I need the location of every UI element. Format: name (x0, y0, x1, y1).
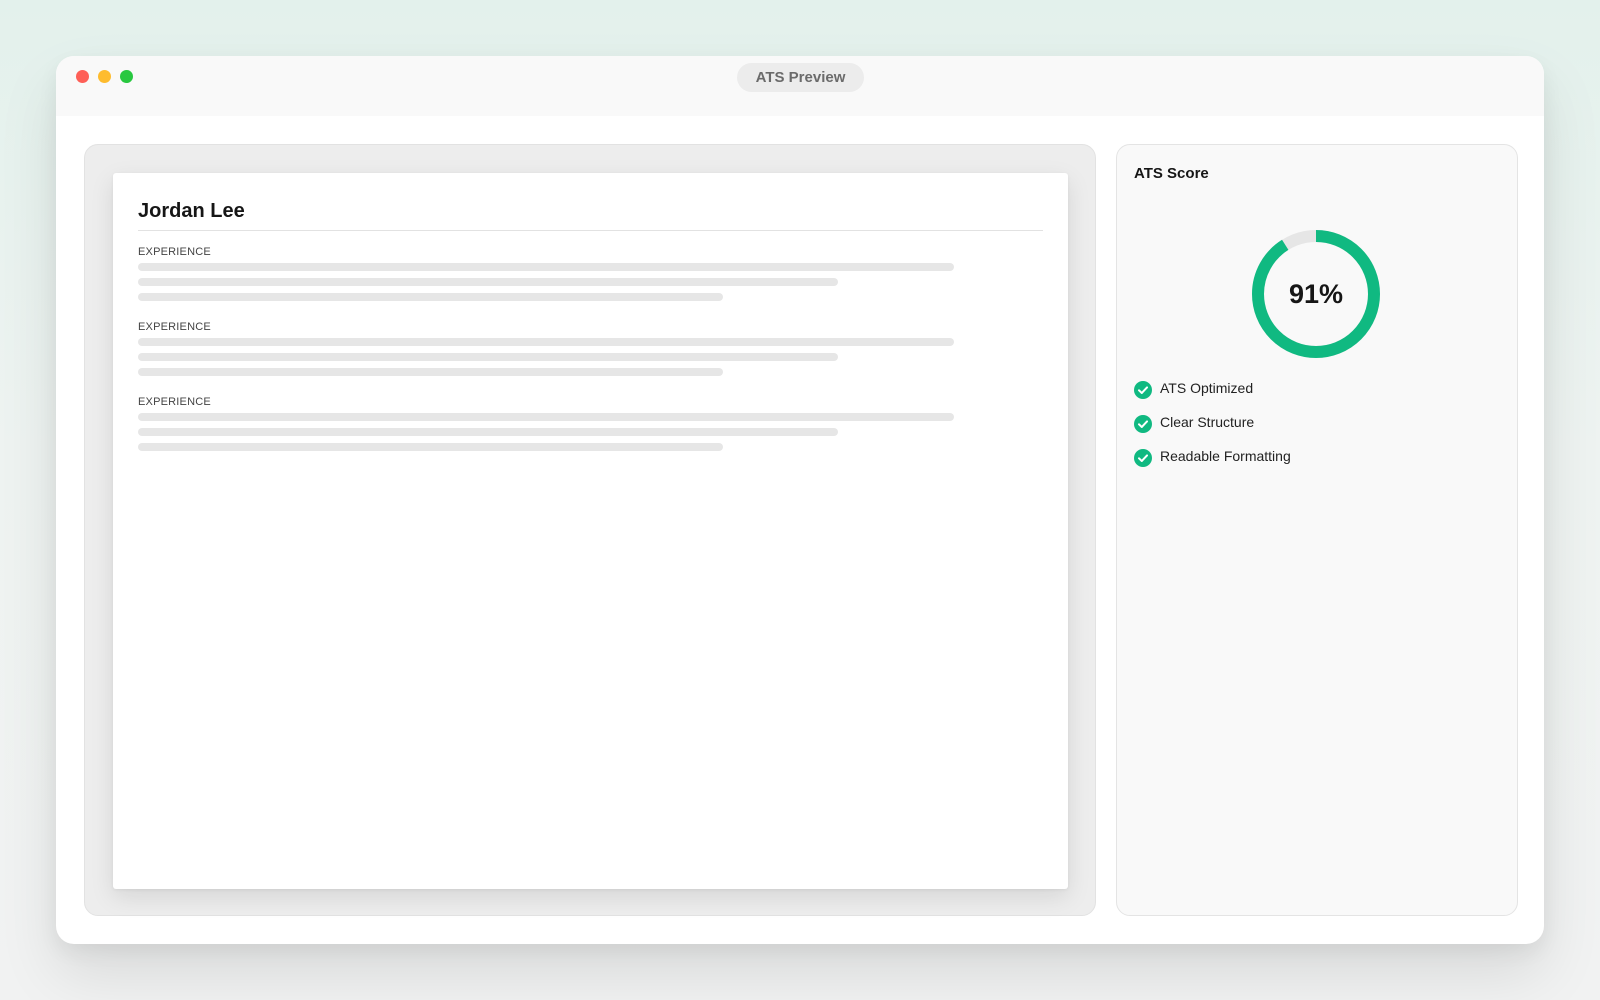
resume-section: EXPERIENCE (138, 320, 998, 376)
text-line-placeholder (138, 413, 954, 421)
check-circle-icon (1134, 415, 1152, 433)
text-line-placeholder (138, 263, 954, 271)
score-panel-title: ATS Score (1134, 165, 1209, 182)
check-label: ATS Optimized (1160, 380, 1254, 396)
text-line-placeholder (138, 368, 723, 376)
text-line-placeholder (138, 443, 723, 451)
check-item: Clear Structure (1134, 413, 1434, 433)
check-label: Readable Formatting (1160, 448, 1291, 464)
section-heading: EXPERIENCE (138, 396, 211, 408)
title-bar: ATS Preview (56, 56, 1544, 116)
resume-page: Jordan Lee EXPERIENCE EXPERIENCE EXPERIE… (113, 173, 1068, 889)
name-divider (138, 230, 1043, 231)
check-circle-icon (1134, 449, 1152, 467)
text-line-placeholder (138, 278, 838, 286)
section-heading: EXPERIENCE (138, 321, 211, 333)
minimize-button[interactable] (98, 70, 111, 83)
check-circle-icon (1134, 381, 1152, 399)
close-button[interactable] (76, 70, 89, 83)
maximize-button[interactable] (120, 70, 133, 83)
ats-score-panel: ATS Score 91% ATS Optimized Clear Struct… (1116, 144, 1518, 916)
check-label: Clear Structure (1160, 414, 1255, 430)
section-heading: EXPERIENCE (138, 246, 211, 258)
score-value: 91% (1288, 279, 1344, 309)
text-line-placeholder (138, 293, 723, 301)
window-title: ATS Preview (737, 63, 864, 92)
check-item: ATS Optimized (1134, 379, 1434, 399)
resume-name: Jordan Lee (138, 200, 245, 222)
text-line-placeholder (138, 428, 838, 436)
text-line-placeholder (138, 353, 838, 361)
app-window: ATS Preview Jordan Lee EXPERIENCE EXPERI… (56, 56, 1544, 944)
resume-section: EXPERIENCE (138, 395, 998, 451)
text-line-placeholder (138, 338, 954, 346)
score-gauge: 91% (1251, 229, 1381, 359)
check-item: Readable Formatting (1134, 447, 1434, 467)
resume-section: EXPERIENCE (138, 245, 998, 301)
resume-preview-panel: Jordan Lee EXPERIENCE EXPERIENCE EXPERIE… (84, 144, 1096, 916)
